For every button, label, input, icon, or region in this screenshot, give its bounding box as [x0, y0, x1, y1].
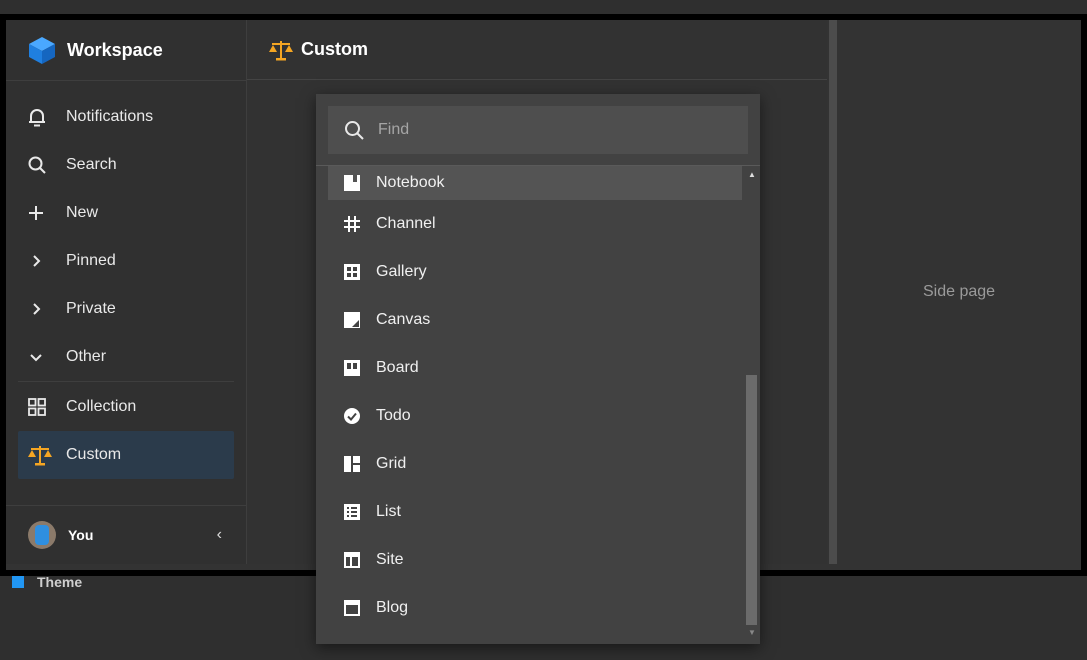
sidebar-footer: You ‹ — [6, 505, 246, 564]
gallery-icon — [342, 262, 362, 282]
sidebar-item-label: Collection — [66, 398, 137, 415]
sidebar-item-label: Pinned — [66, 252, 116, 269]
sidebar-item-new[interactable]: New — [18, 189, 234, 237]
main-header: Custom — [247, 20, 827, 80]
list-item-todo[interactable]: Todo — [328, 392, 742, 440]
list-item-label: Notebook — [376, 174, 445, 191]
list-item-blog[interactable]: Blog — [328, 584, 742, 632]
chevron-right-icon — [28, 250, 56, 272]
list-item-label: Blog — [376, 599, 409, 616]
list-item-label: Channel — [376, 215, 436, 232]
search-icon — [28, 154, 56, 176]
list-item-board[interactable]: Board — [328, 344, 742, 392]
page-title: Custom — [301, 39, 368, 59]
workspace-title: Workspace — [67, 39, 163, 60]
list-item-label: List — [376, 503, 401, 520]
sidebar-item-label: New — [66, 204, 99, 221]
list-item-label: Canvas — [376, 311, 431, 328]
side-page: Side page — [837, 20, 1081, 564]
user-name: You — [68, 527, 94, 543]
collapse-sidebar-icon[interactable]: ‹ — [217, 526, 222, 544]
sidebar-nav: Notifications Search New Pinned Private … — [6, 81, 246, 479]
list-item-grid[interactable]: Grid — [328, 440, 742, 488]
list-icon — [342, 502, 362, 522]
search-icon — [345, 121, 364, 140]
notebook-icon — [342, 173, 362, 193]
side-page-label: Side page — [922, 283, 996, 300]
check-circle-icon — [342, 406, 362, 426]
scrollbar-thumb[interactable] — [746, 375, 757, 625]
hash-icon — [342, 214, 362, 234]
grid-icon — [28, 396, 56, 418]
panel-splitter[interactable] — [829, 20, 837, 564]
sidebar-item-notifications[interactable]: Notifications — [18, 93, 234, 141]
list-item-site[interactable]: Site — [328, 536, 742, 584]
list-item-notebook[interactable]: Notebook — [328, 166, 742, 200]
chevron-right-icon — [28, 298, 56, 320]
cube-logo-icon — [29, 37, 55, 64]
sidebar-item-private[interactable]: Private — [18, 285, 234, 333]
list-item-gallery[interactable]: Gallery — [328, 248, 742, 296]
bell-icon — [28, 106, 56, 128]
sidebar-item-label: Other — [66, 348, 107, 365]
page-type-list: Notebook Channel Gallery Canvas Board To… — [328, 166, 742, 642]
list-item-list[interactable]: List — [328, 488, 742, 536]
find-input[interactable] — [376, 120, 720, 140]
chevron-down-icon — [28, 346, 56, 368]
avatar[interactable] — [28, 521, 56, 549]
scales-icon — [269, 40, 293, 60]
list-item-channel[interactable]: Channel — [328, 200, 742, 248]
find-box — [328, 106, 748, 154]
sidebar-item-custom[interactable]: Custom — [18, 431, 234, 479]
list-item-label: Board — [376, 359, 419, 376]
list-item-canvas[interactable]: Canvas — [328, 296, 742, 344]
sidebar-item-label: Custom — [66, 446, 122, 463]
theme-color-swatch — [12, 576, 24, 588]
site-icon — [342, 550, 362, 570]
page-type-dropdown: Notebook Channel Gallery Canvas Board — [316, 94, 760, 644]
list-item-label: Gallery — [376, 263, 427, 280]
list-item-label: Todo — [376, 407, 411, 424]
theme-label: Theme — [37, 574, 83, 590]
sidebar-item-label: Notifications — [66, 108, 154, 125]
list-item-label: Grid — [376, 455, 407, 472]
blog-icon — [342, 598, 362, 618]
theme-toggle[interactable]: Theme — [12, 574, 82, 590]
sidebar-item-label: Private — [66, 300, 116, 317]
sidebar-item-search[interactable]: Search — [18, 141, 234, 189]
sidebar-item-other[interactable]: Other — [18, 333, 234, 381]
sidebar-item-label: Search — [66, 156, 117, 173]
sidebar-header: Workspace — [6, 20, 246, 81]
scales-icon — [28, 444, 56, 466]
sidebar-item-collection[interactable]: Collection — [18, 383, 234, 431]
plus-icon — [28, 202, 56, 224]
grid-layout-icon — [342, 454, 362, 474]
sidebar-divider — [18, 381, 234, 382]
board-icon — [342, 358, 362, 378]
canvas-icon — [342, 310, 362, 330]
list-item-label: Site — [376, 551, 404, 568]
scroll-down-arrow-icon[interactable]: ▼ — [746, 628, 758, 637]
sidebar-item-pinned[interactable]: Pinned — [18, 237, 234, 285]
scroll-up-arrow-icon[interactable]: ▲ — [746, 170, 758, 179]
sidebar: Workspace Notifications Search New Pinne… — [6, 20, 247, 564]
